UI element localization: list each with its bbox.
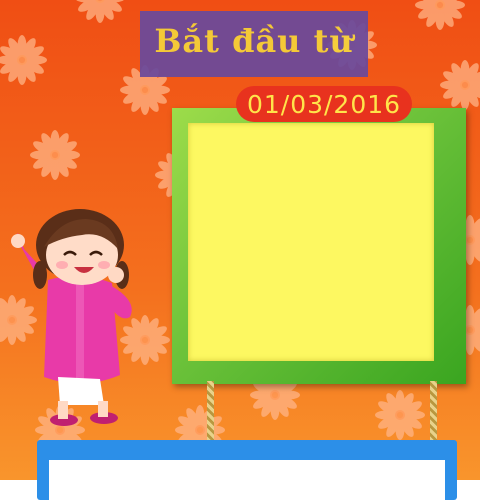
title-text: Bắt đầu từ [154, 22, 354, 60]
blue-sign-panel [37, 440, 457, 500]
girl-character-icon [11, 209, 132, 426]
hanging-rope-right [430, 381, 437, 449]
date-text: 01/03/2016 [246, 89, 402, 119]
photo-frame [172, 108, 466, 384]
title-banner: Bắt đầu từ [140, 11, 368, 77]
photo-placeholder [188, 123, 434, 361]
date-badge: 01/03/2016 [236, 86, 412, 122]
blue-sign-inner [49, 460, 445, 500]
hanging-rope-left [207, 381, 214, 449]
